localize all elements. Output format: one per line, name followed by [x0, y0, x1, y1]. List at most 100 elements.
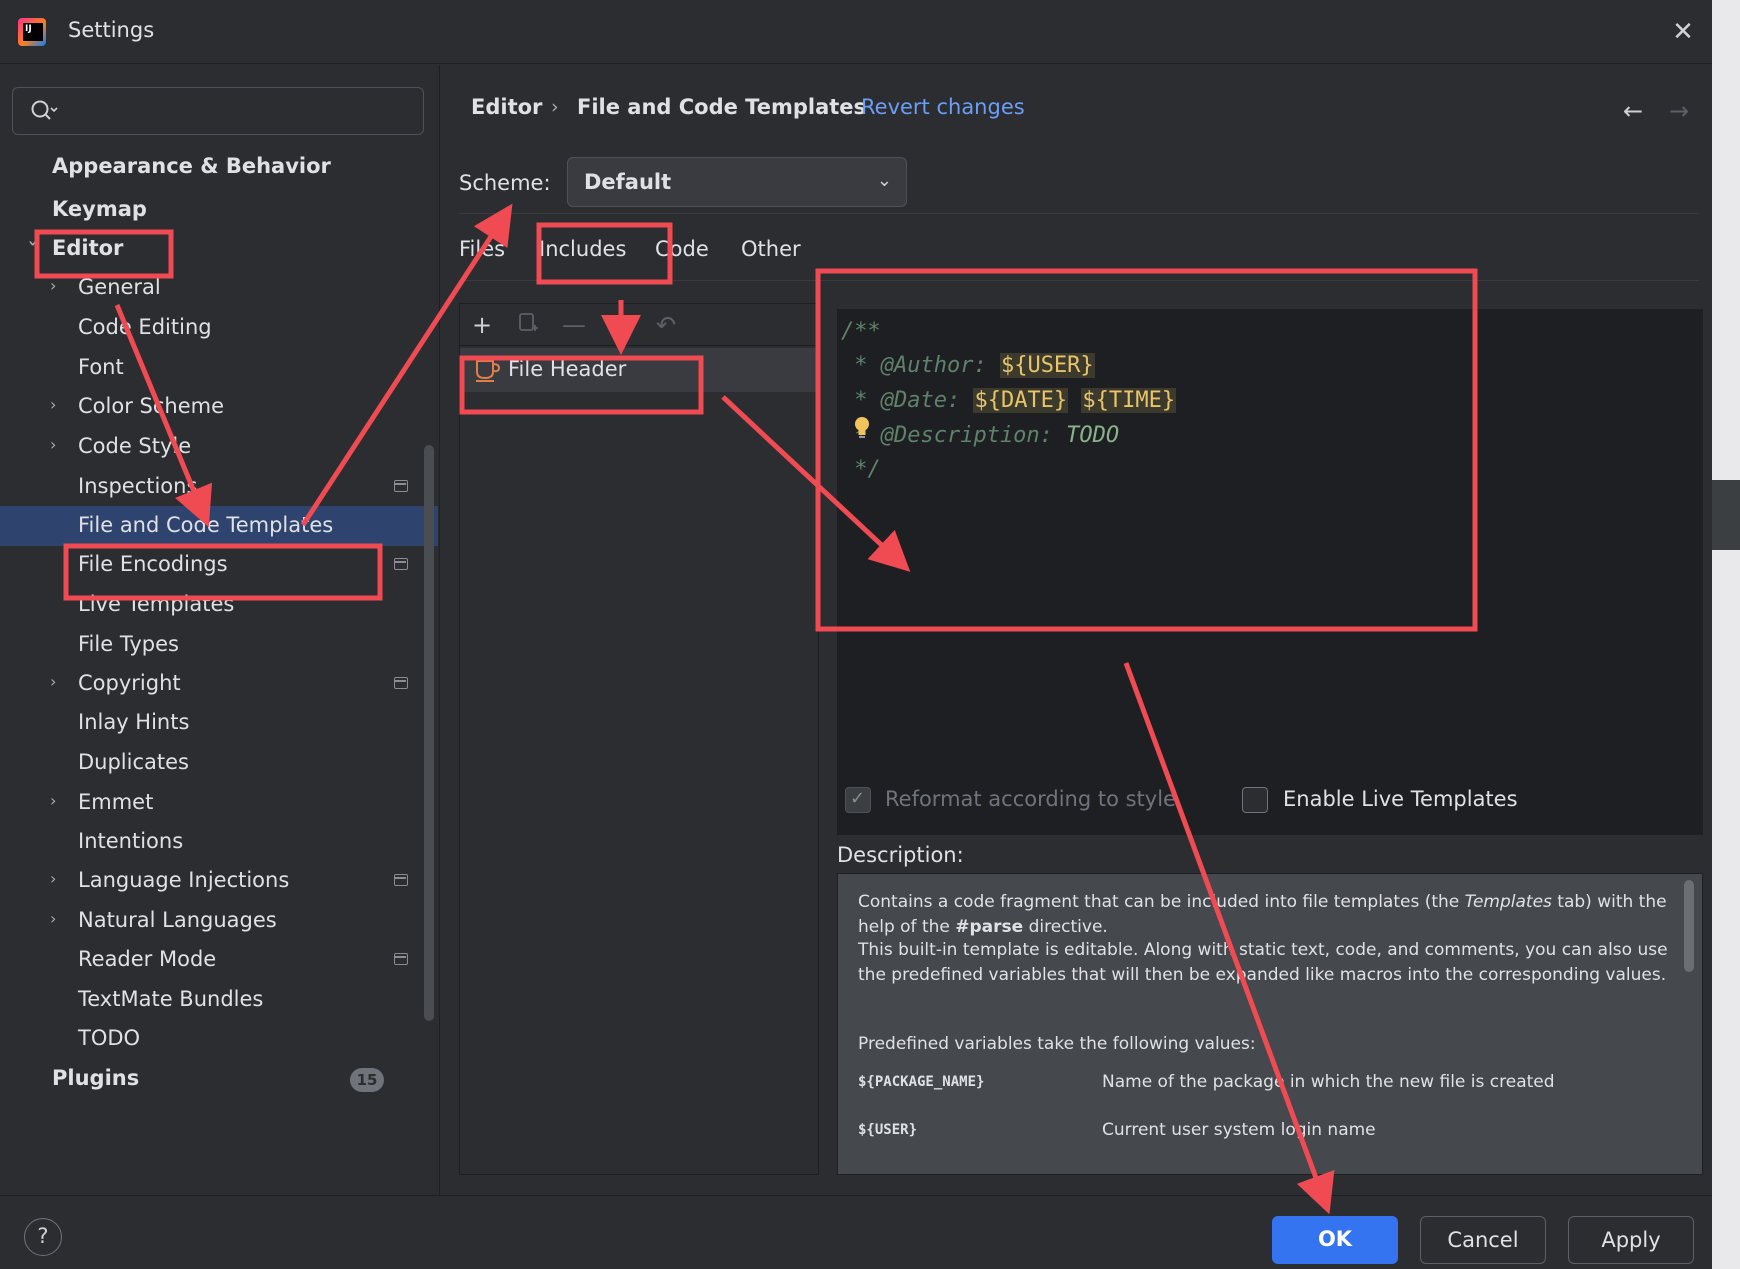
chevron-right-icon: ›	[50, 909, 57, 928]
chevron-down-icon: ⌄	[876, 170, 892, 191]
revert-icon[interactable]: ↶	[650, 310, 682, 340]
settings-search[interactable]	[12, 87, 424, 135]
close-icon[interactable]: ✕	[1668, 18, 1698, 48]
code-line: /**	[841, 319, 881, 344]
template-list-panel: + — ↶ File Header	[459, 303, 819, 1175]
scheme-value: Default	[584, 170, 672, 194]
apply-button[interactable]: Apply	[1568, 1216, 1694, 1264]
sidebar-item-color-scheme[interactable]: › Color Scheme	[0, 387, 438, 427]
cancel-button[interactable]: Cancel	[1420, 1216, 1546, 1264]
desc-text: Contains a code fragment that can be inc…	[858, 892, 1465, 912]
enable-live-templates-label: Enable Live Templates	[1283, 787, 1518, 811]
code-text: */	[841, 457, 881, 482]
desc-text: directive.	[1023, 917, 1108, 937]
project-scope-icon	[394, 558, 408, 570]
search-input[interactable]	[73, 96, 403, 126]
reformat-label: Reformat according to style	[885, 787, 1176, 811]
desc-strong: #parse	[955, 917, 1024, 937]
ok-button[interactable]: OK	[1272, 1216, 1398, 1264]
sidebar-item-label: Copyright	[78, 671, 181, 695]
tab-files[interactable]: Files	[459, 237, 505, 261]
remove-icon[interactable]: —	[558, 310, 590, 340]
arrow-right-icon[interactable]: →	[1669, 97, 1689, 125]
description-scrollbar[interactable]	[1684, 880, 1694, 972]
window-title: Settings	[68, 18, 155, 42]
chevron-down-icon: ›	[24, 240, 43, 247]
divider	[459, 213, 1699, 214]
code-line: * @Date: ${DATE} ${TIME}	[841, 388, 1177, 413]
copy-icon[interactable]	[512, 310, 544, 340]
sidebar-item-reader-mode[interactable]: Reader Mode	[0, 940, 438, 980]
template-code-editor[interactable]: /** * @Author: ${USER} * @Date: ${DATE} …	[837, 309, 1703, 835]
tab-includes[interactable]: Includes	[539, 237, 626, 261]
code-text: * @Author:	[841, 353, 1000, 378]
dialog-button-bar: ? OK Cancel Apply	[0, 1195, 1712, 1269]
chevron-right-icon: ›	[50, 869, 57, 888]
code-line: */	[841, 457, 881, 482]
template-variable: ${TIME}	[1081, 388, 1177, 413]
sidebar-item-label: General	[78, 275, 161, 299]
sidebar-item-font[interactable]: Font	[0, 348, 438, 388]
sidebar-item-editor[interactable]: › Editor	[0, 229, 438, 269]
settings-sidebar: Appearance & Behavior Keymap › Editor › …	[0, 65, 440, 1195]
arrow-left-icon[interactable]: ←	[1623, 97, 1643, 125]
scheme-dropdown[interactable]: Default ⌄	[567, 157, 907, 207]
sidebar-item-general[interactable]: › General	[0, 268, 438, 308]
sidebar-item-plugins[interactable]: Plugins 15	[0, 1059, 438, 1099]
sidebar-item-textmate-bundles[interactable]: TextMate Bundles	[0, 980, 438, 1020]
sidebar-item-emmet[interactable]: › Emmet	[0, 783, 438, 823]
sidebar-item-label: File and Code Templates	[78, 513, 334, 537]
variable-name: ${USER}	[858, 1122, 918, 1138]
revert-changes-link[interactable]: Revert changes	[861, 95, 1025, 119]
sidebar-item-keymap[interactable]: Keymap	[0, 190, 438, 230]
sidebar-item-code-style[interactable]: › Code Style	[0, 427, 438, 467]
sidebar-item-appearance-behavior[interactable]: Appearance & Behavior	[0, 147, 438, 187]
sidebar-item-code-editing[interactable]: Code Editing	[0, 308, 438, 348]
code-text: * @Date:	[841, 388, 974, 413]
chevron-right-icon: ›	[50, 791, 57, 810]
code-line: * @Author: ${USER}	[841, 353, 1095, 378]
reformat-checkbox[interactable]	[845, 787, 871, 813]
sidebar-item-inspections[interactable]: Inspections	[0, 467, 438, 507]
sidebar-item-label: Color Scheme	[78, 394, 224, 418]
sidebar-item-file-encodings[interactable]: File Encodings	[0, 545, 438, 585]
sidebar-item-label: Reader Mode	[78, 947, 217, 971]
sidebar-item-todo[interactable]: TODO	[0, 1019, 438, 1059]
scheme-label: Scheme:	[459, 171, 551, 195]
lightbulb-icon[interactable]	[853, 415, 871, 441]
template-toolbar: + — ↶	[460, 304, 818, 346]
description-panel[interactable]: Contains a code fragment that can be inc…	[837, 873, 1703, 1175]
list-item-file-header[interactable]: File Header	[460, 348, 818, 392]
code-text: * @Description:	[841, 423, 1067, 448]
sidebar-scrollbar[interactable]	[424, 445, 434, 1021]
sidebar-item-file-and-code-templates[interactable]: File and Code Templates	[0, 506, 438, 546]
variable-description: Name of the package in which the new fil…	[1102, 1072, 1555, 1092]
sidebar-item-label: Intentions	[78, 829, 184, 853]
sidebar-item-inlay-hints[interactable]: Inlay Hints	[0, 703, 438, 743]
list-item-label: File Header	[508, 357, 627, 381]
sidebar-item-duplicates[interactable]: Duplicates	[0, 743, 438, 783]
intellij-logo-icon	[18, 18, 46, 46]
project-scope-icon	[394, 953, 408, 965]
add-icon[interactable]: +	[466, 310, 498, 340]
help-button[interactable]: ?	[24, 1218, 62, 1256]
background-window-edge	[1712, 480, 1740, 550]
project-scope-icon	[394, 677, 408, 689]
description-label: Description:	[837, 843, 964, 867]
tab-other[interactable]: Other	[741, 237, 801, 261]
java-include-icon	[476, 360, 500, 382]
tab-code[interactable]: Code	[655, 237, 709, 261]
sidebar-item-label: Font	[78, 355, 124, 379]
sidebar-item-file-types[interactable]: File Types	[0, 625, 438, 665]
sidebar-item-live-templates[interactable]: Live Templates	[0, 585, 438, 625]
sidebar-item-language-injections[interactable]: › Language Injections	[0, 861, 438, 901]
breadcrumb-editor[interactable]: Editor	[471, 95, 542, 119]
description-paragraph: This built-in template is editable. Alon…	[858, 940, 1668, 985]
todo-marker: TODO	[1066, 423, 1120, 448]
project-scope-icon	[394, 480, 408, 492]
sidebar-item-natural-languages[interactable]: › Natural Languages	[0, 901, 438, 941]
enable-live-templates-checkbox[interactable]	[1242, 787, 1268, 813]
sidebar-item-intentions[interactable]: Intentions	[0, 822, 438, 862]
sidebar-item-copyright[interactable]: › Copyright	[0, 664, 438, 704]
delete-icon[interactable]	[604, 310, 636, 340]
